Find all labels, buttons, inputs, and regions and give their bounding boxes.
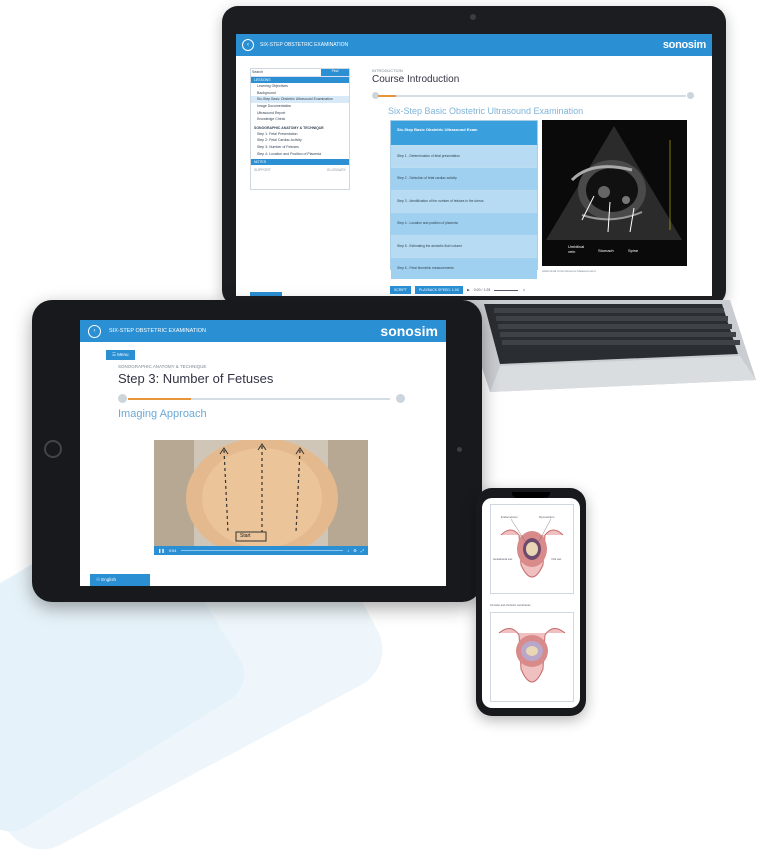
support-link[interactable]: SUPPORT [254,168,271,172]
step-item[interactable]: Step 3: Number of Fetuses [251,144,349,151]
language-label: English [101,577,117,582]
video-controls: ❚❚ 0:04 ♪ ⚙ ⤢ [154,546,368,555]
progress-bar [128,398,390,400]
volume-slider[interactable] [494,289,519,291]
play-icon[interactable]: ▶ [467,288,470,292]
anatomy-label: Gestational sac [493,557,513,561]
breadcrumb: SONOGRAPHIC ANATOMY & TECHNIQUE [118,364,207,369]
camera-icon [470,14,476,20]
us-label-mid: Stomach [598,248,614,253]
table-row: Step 6 - Fetal biometric measurements [391,256,537,280]
ultrasound-image: Umbilical vein Stomach Spine [542,120,687,266]
phone-screen: Endometrium Myometrium Gestational sac Y… [482,498,580,708]
lesson-item[interactable]: Ultrasound Report [251,109,349,116]
lesson-item[interactable]: Image Documentation [251,103,349,110]
section-subtitle: Imaging Approach [118,408,207,420]
pause-icon[interactable]: ❚❚ [158,548,165,553]
step-item[interactable]: Step 2: Fetal Cardiac Activity [251,137,349,144]
steps-table: Six-Step Basic Obstetric Ultrasound Exam… [390,120,538,280]
course-title: SIX-STEP OBSTETRIC EXAMINATION [260,42,349,48]
brand-logo: sonosim [380,323,438,339]
progress-fill [378,95,397,97]
sidebar-footer: SUPPORT GLOSSARY [251,165,349,175]
app-header: ‹ SIX-STEP OBSTETRIC EXAMINATION sonosim [80,320,446,342]
volume-icon[interactable]: ♬ [522,288,526,292]
tablet-device: ‹ SIX-STEP OBSTETRIC EXAMINATION sonosim… [32,300,482,602]
camera-icon [457,447,462,452]
lesson-item[interactable]: Background [251,90,349,97]
table-row: Step 2 - Detection of fetal cardiac acti… [391,167,537,190]
table-row: Step 5 - Estimating the amniotic fluid v… [391,234,537,257]
table-header: Six-Step Basic Obstetric Ultrasound Exam [391,121,537,145]
page-title: Course Introduction [372,74,460,85]
table-row: Step 1 - Determination of fetal presenta… [391,145,537,168]
phone-device: Endometrium Myometrium Gestational sac Y… [476,488,586,716]
breadcrumb: INTRODUCTION [372,68,403,73]
settings-icon[interactable]: ⚙ [353,548,357,553]
anatomy-label: Yolk sac [551,557,562,561]
step-item[interactable]: Step 4: Location and Position of Placent… [251,150,349,157]
us-label-left: Umbilical vein [568,244,585,254]
start-label: Start [240,533,251,539]
script-button[interactable]: SCRIPT [390,286,411,294]
page-title: Step 3: Number of Fetuses [118,371,274,386]
us-label-right: Spine [628,248,639,253]
playback-controls: SCRIPT PLAYBACK SPEED: 1.0X ▶ 0:00 / 1:2… [390,286,526,294]
prev-arrow-icon[interactable] [118,394,127,403]
laptop-device: ‹ SIX-STEP OBSTETRIC EXAMINATION sonosim… [222,6,726,306]
app-header: ‹ SIX-STEP OBSTETRIC EXAMINATION sonosim [236,34,712,56]
anatomy-label: Myometrium [539,515,555,519]
back-icon[interactable]: ‹ [88,324,101,338]
lesson-item[interactable]: Knowledge Check [251,116,349,123]
anatomy-card [490,612,574,702]
lesson-item-selected[interactable]: Six-Step Basic Obstetric Ultrasound Exam… [251,96,349,103]
video-player[interactable]: Start [154,440,368,546]
video-time: 0:04 [168,548,177,553]
step-item[interactable]: Step 1: Fetal Presentation [251,131,349,138]
next-arrow-icon[interactable] [396,394,405,403]
phone-caption: Amniotic and chorionic membranes [490,604,531,607]
table-row: Step 4 - Location and position of placen… [391,212,537,235]
table-row: Step 3 - Identification of the number of… [391,189,537,213]
playback-speed-button[interactable]: PLAYBACK SPEED: 1.0X [414,286,464,294]
laptop-keyboard [460,300,756,392]
next-arrow-icon[interactable] [687,92,694,99]
course-title: SIX-STEP OBSTETRIC EXAMINATION [109,328,206,334]
menu-button[interactable] [250,292,282,296]
menu-label: Menu [117,352,129,357]
back-icon[interactable]: ‹ [242,39,254,51]
find-button[interactable]: Find [321,69,349,76]
section-header[interactable]: SONOGRAPHIC ANATOMY & TECHNIQUE [251,123,349,131]
brand-logo: sonosim [662,39,706,51]
fullscreen-icon[interactable]: ⤢ [361,548,364,553]
search-input[interactable]: Search [251,69,321,76]
lesson-item[interactable]: Learning Objectives [251,83,349,90]
progress-fill [128,398,191,400]
image-caption: Abdominal Circumference Measurement [542,269,596,273]
glossary-link[interactable]: GLOSSARY [327,168,346,172]
menu-button[interactable]: ☰ Menu [106,350,135,360]
section-subtitle: Six-Step Basic Obstetric Ultrasound Exam… [388,106,584,116]
anatomy-card: Endometrium Myometrium Gestational sac Y… [490,504,574,594]
language-selector[interactable]: ☉ English [90,574,150,586]
time-readout: 0:00 / 1:28 [473,288,491,292]
search-bar: Search Find [251,69,349,77]
anatomy-label: Endometrium [501,515,518,519]
home-button-icon[interactable] [44,440,62,458]
laptop-screen: ‹ SIX-STEP OBSTETRIC EXAMINATION sonosim… [236,34,712,296]
volume-icon[interactable]: ♪ [347,548,349,553]
seek-bar[interactable] [180,549,344,552]
sidebar: Search Find LESSONS Learning Objectives … [250,68,350,190]
tablet-screen: ‹ SIX-STEP OBSTETRIC EXAMINATION sonosim… [80,320,446,586]
progress-bar [378,95,686,97]
